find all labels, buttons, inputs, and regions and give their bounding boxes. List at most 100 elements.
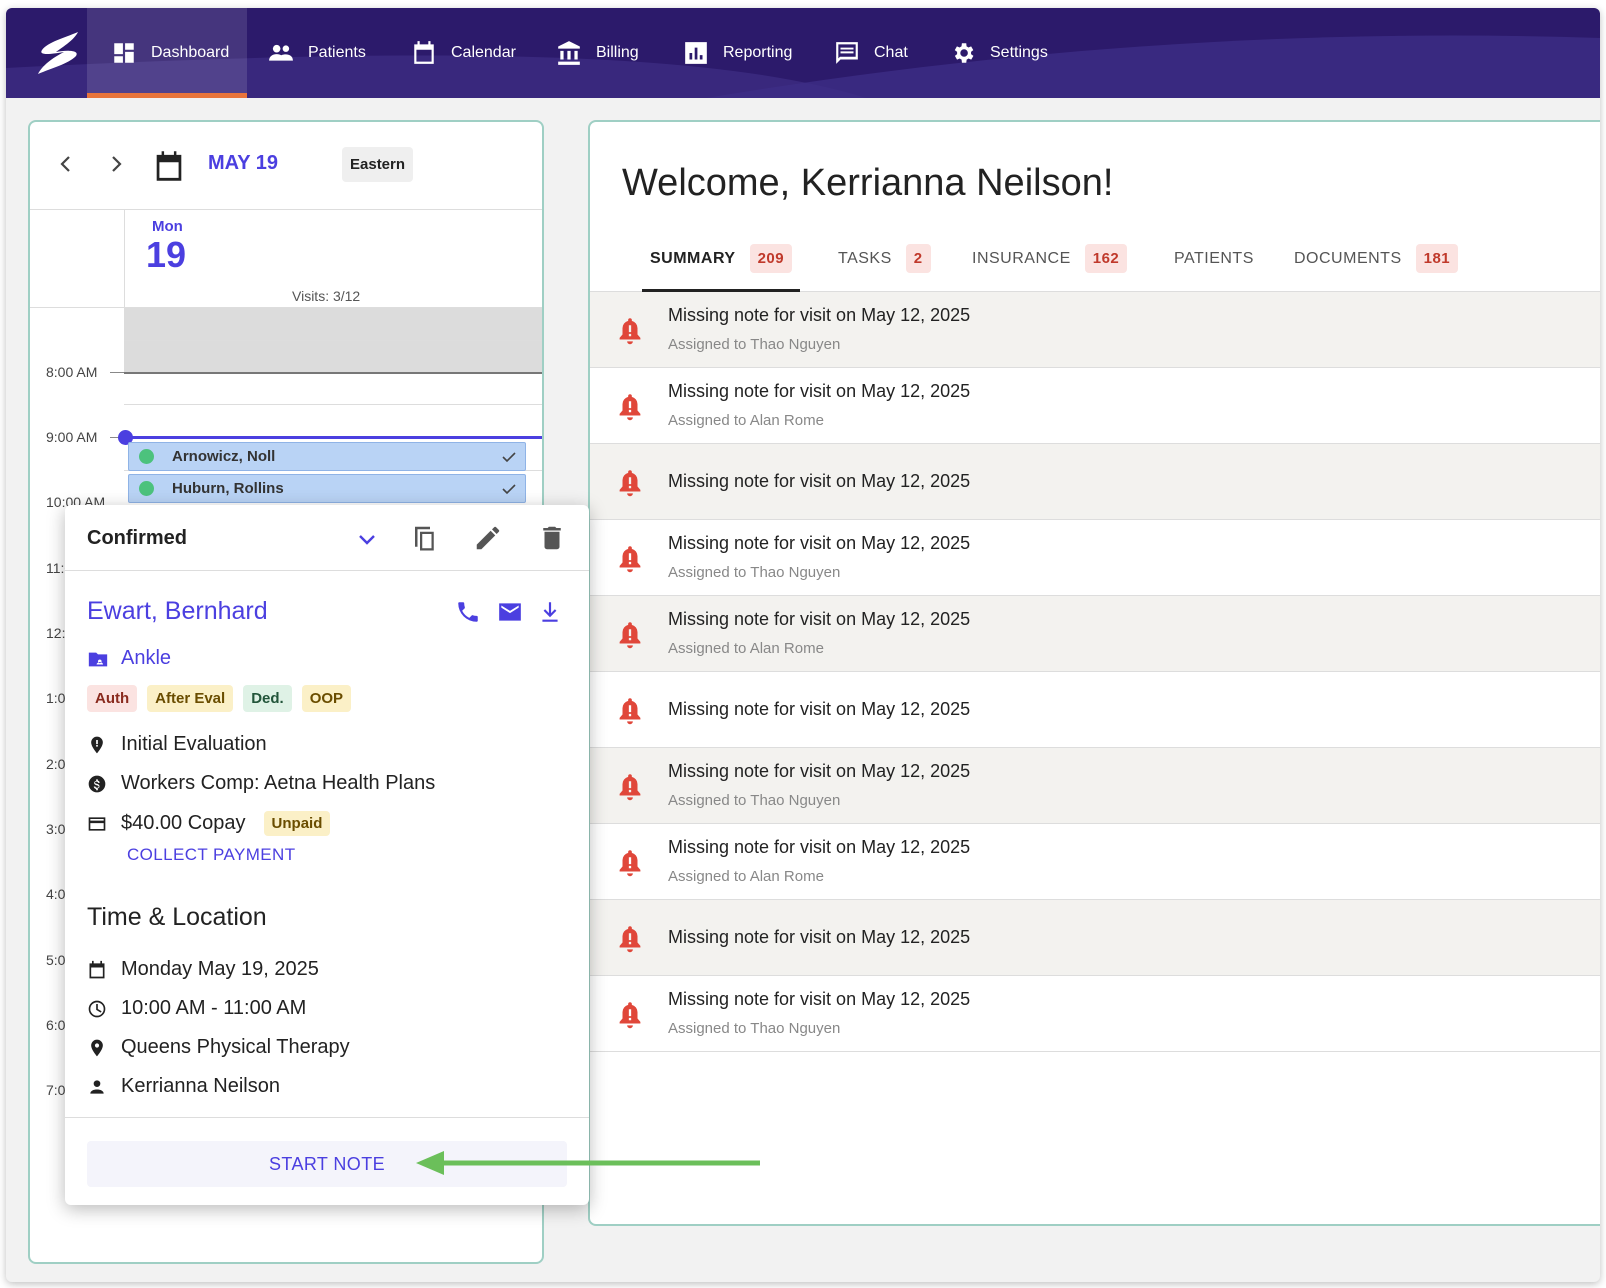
tab-label: INSURANCE (972, 250, 1071, 267)
notification-row[interactable]: Missing note for visit on May 12, 2025 As… (590, 976, 1600, 1052)
tag-after-eval: After Eval (147, 685, 234, 712)
tab-badge: 181 (1415, 244, 1459, 273)
tab-label: TASKS (838, 250, 892, 267)
hour-line (124, 372, 542, 374)
timezone-badge[interactable]: Eastern (342, 147, 414, 182)
tag-ded: Ded. (243, 685, 292, 712)
tab-insurance[interactable]: INSURANCE 162 (972, 236, 1128, 292)
tab-badge: 2 (905, 244, 931, 273)
time-label: 8:00 AM (46, 364, 98, 380)
notification-assignee: Assigned to Alan Rome (668, 868, 824, 885)
notification-title: Missing note for visit on May 12, 2025 (668, 699, 971, 719)
appointment-block[interactable]: Huburn, Rollins (128, 474, 526, 503)
chat-icon (836, 42, 858, 64)
dashboard-icon (114, 43, 134, 63)
nav-dashboard[interactable]: Dashboard (87, 8, 247, 98)
alert-bell-icon (619, 470, 641, 497)
alert-bell-icon (619, 622, 641, 649)
phone-icon[interactable] (455, 599, 481, 625)
alert-bell-icon (619, 850, 641, 877)
status-dot (139, 481, 154, 496)
nav-reporting[interactable]: Reporting (683, 8, 792, 98)
appointment-name: Arnowicz, Noll (172, 448, 276, 465)
notification-row[interactable]: Missing note for visit on May 12, 2025 As… (590, 748, 1600, 824)
day-name: Mon (152, 218, 183, 235)
off-hours-block (124, 308, 542, 374)
provider-row: Kerrianna Neilson (87, 1075, 280, 1098)
nav-label: Dashboard (151, 44, 230, 61)
bank-icon (558, 41, 580, 65)
nav-calendar[interactable]: Calendar (411, 8, 516, 98)
dashboard-tabs: SUMMARY 209 TASKS 2 INSURANCE 162 PATIEN… (590, 236, 1600, 292)
trash-icon[interactable] (537, 523, 567, 553)
popup-header: Confirmed (65, 505, 589, 571)
case-link[interactable]: Ankle (87, 647, 171, 670)
alert-bell-icon (619, 774, 641, 801)
status-dot (139, 449, 154, 464)
location-pin-icon (91, 1039, 103, 1056)
chevron-down-icon[interactable] (355, 527, 379, 551)
top-nav: Dashboard Patients Calendar Billing Repo… (6, 8, 1600, 98)
checkmark-icon (502, 484, 516, 495)
patient-name[interactable]: Ewart, Bernhard (87, 597, 268, 626)
visit-type-row: Initial Evaluation (87, 733, 267, 756)
notification-assignee: Assigned to Thao Nguyen (668, 1020, 841, 1037)
nav-billing[interactable]: Billing (556, 8, 639, 98)
clock-icon (88, 1000, 106, 1017)
copy-icon[interactable] (410, 523, 440, 553)
calendar-picker-icon[interactable] (154, 150, 184, 182)
nav-label: Patients (308, 44, 366, 61)
time-label: 9:00 AM (46, 429, 98, 445)
notification-title: Missing note for visit on May 12, 2025 (668, 381, 971, 401)
tab-label: PATIENTS (1174, 250, 1254, 267)
appointment-block[interactable]: Arnowicz, Noll (128, 442, 526, 471)
brand-logo[interactable] (34, 30, 84, 76)
notification-row[interactable]: Missing note for visit on May 12, 2025 As… (590, 292, 1600, 368)
nav-label: Chat (874, 44, 908, 61)
appointment-date: Monday May 19, 2025 (121, 958, 319, 980)
app-window: Dashboard Patients Calendar Billing Repo… (6, 8, 1600, 1282)
notification-row[interactable]: Missing note for visit on May 12, 2025 (590, 900, 1600, 976)
dollar-circle-icon (88, 775, 106, 792)
month-label[interactable]: MAY 19 (208, 152, 278, 175)
collect-payment-button[interactable]: COLLECT PAYMENT (127, 845, 295, 865)
notification-row[interactable]: Missing note for visit on May 12, 2025 As… (590, 596, 1600, 672)
nav-patients[interactable]: Patients (268, 8, 366, 98)
download-icon[interactable] (537, 599, 563, 625)
notification-row[interactable]: Missing note for visit on May 12, 2025 As… (590, 368, 1600, 444)
notification-title: Missing note for visit on May 12, 2025 (668, 609, 971, 629)
edit-pencil-icon[interactable] (473, 523, 503, 553)
alert-bell-icon (619, 1002, 641, 1029)
nav-label: Settings (990, 44, 1048, 61)
day-number[interactable]: 19 (146, 234, 186, 276)
notification-row[interactable]: Missing note for visit on May 12, 2025 (590, 444, 1600, 520)
bar-chart-icon (685, 42, 707, 64)
tab-summary[interactable]: SUMMARY 209 (642, 236, 801, 292)
nav-chat[interactable]: Chat (834, 8, 908, 98)
tab-tasks[interactable]: TASKS 2 (838, 236, 931, 292)
time-location-heading: Time & Location (87, 903, 267, 931)
welcome-heading: Welcome, Kerrianna Neilson! (622, 162, 1114, 204)
payment-status-badge: Unpaid (263, 811, 331, 836)
calendar-icon (414, 41, 434, 64)
tab-label: SUMMARY (650, 250, 736, 267)
tab-patients[interactable]: PATIENTS (1174, 236, 1254, 292)
nav-settings[interactable]: Settings (950, 8, 1048, 98)
divider (65, 1117, 589, 1118)
chevron-left-icon[interactable] (54, 152, 78, 176)
notification-row[interactable]: Missing note for visit on May 12, 2025 As… (590, 520, 1600, 596)
appointment-status: Confirmed (87, 527, 187, 549)
chevron-right-icon[interactable] (104, 152, 128, 176)
visit-type: Initial Evaluation (121, 733, 267, 755)
calendar-icon (89, 960, 105, 978)
tab-documents[interactable]: DOCUMENTS 181 (1294, 236, 1459, 292)
notification-assignee: Assigned to Thao Nguyen (668, 792, 841, 809)
folder-person-icon (88, 652, 108, 666)
notification-row[interactable]: Missing note for visit on May 12, 2025 (590, 672, 1600, 748)
dashboard-panel: Welcome, Kerrianna Neilson! SUMMARY 209 … (588, 120, 1600, 1226)
notification-row[interactable]: Missing note for visit on May 12, 2025 As… (590, 824, 1600, 900)
gear-icon (954, 43, 974, 63)
calendar-header: MAY 19 Eastern (30, 122, 542, 210)
visits-count: Visits: 3/12 (292, 288, 361, 304)
email-icon[interactable] (497, 599, 523, 625)
